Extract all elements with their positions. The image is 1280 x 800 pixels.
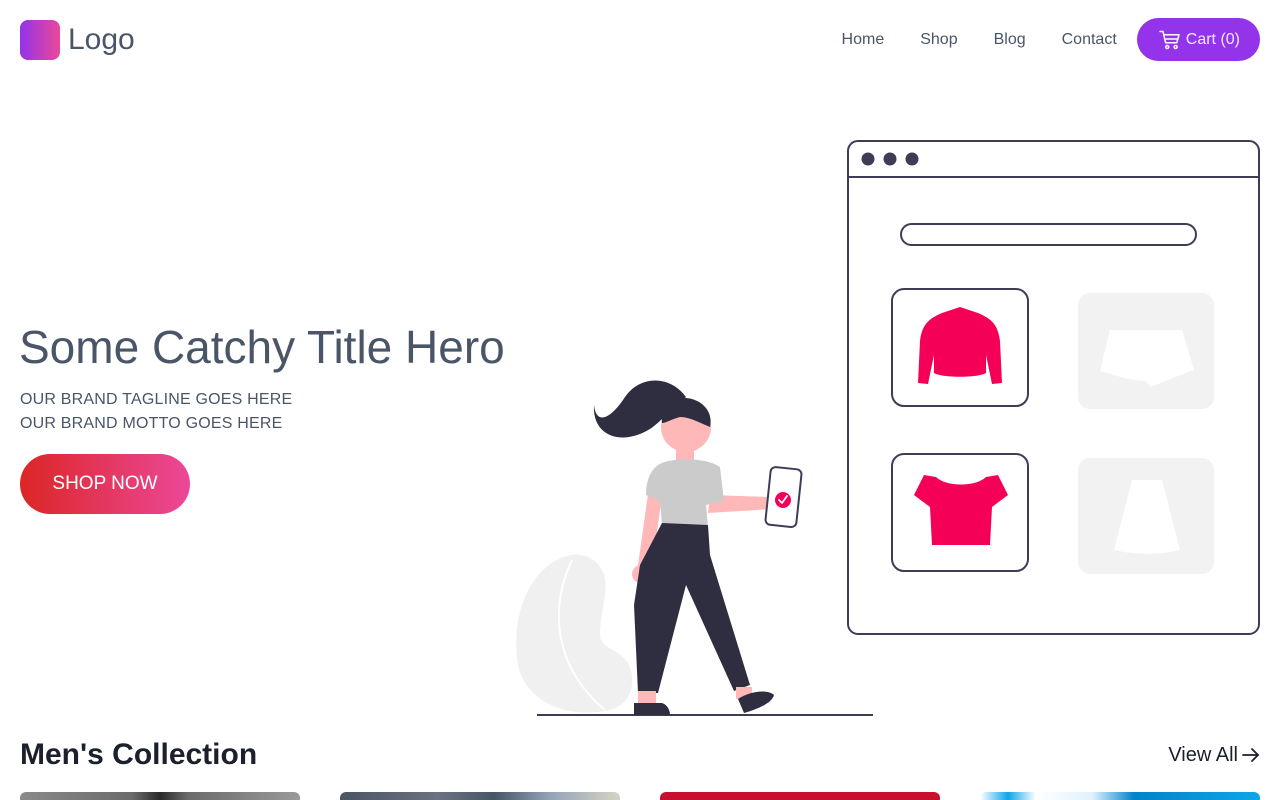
cart-label: Cart (0) — [1185, 30, 1240, 48]
shopping-cart-icon — [1159, 30, 1181, 50]
logo-mark — [20, 20, 60, 60]
product-card-list — [20, 792, 1260, 800]
nav-link-shop[interactable]: Shop — [920, 18, 957, 61]
product-card[interactable] — [20, 792, 300, 800]
logo-text: Logo — [68, 23, 135, 56]
logo[interactable]: Logo — [20, 20, 135, 60]
product-card[interactable] — [340, 792, 620, 800]
shop-now-button[interactable]: SHOP NOW — [20, 454, 190, 514]
product-card[interactable] — [660, 792, 940, 800]
section-title: Men's Collection — [20, 738, 258, 771]
hero-tagline: OUR BRAND TAGLINE GOES HERE — [20, 391, 293, 408]
product-tile-sweater — [891, 288, 1029, 407]
hero-motto: OUR BRAND MOTTO GOES HERE — [20, 415, 283, 432]
arrow-right-icon — [1242, 747, 1260, 763]
online-shopping-illustration — [516, 140, 1260, 716]
product-tile-shorts — [1078, 293, 1214, 409]
product-tile-top — [891, 453, 1029, 572]
nav-link-home[interactable]: Home — [842, 18, 885, 61]
site-header: Logo Home Shop Blog Contact Cart (0) — [0, 0, 1280, 80]
hero-title: Some Catchy Title Hero — [19, 321, 505, 373]
product-card[interactable] — [980, 792, 1260, 800]
nav-link-contact[interactable]: Contact — [1062, 18, 1117, 61]
view-all-link[interactable]: View All — [1168, 742, 1260, 768]
nav-link-blog[interactable]: Blog — [994, 18, 1026, 61]
product-tile-skirt — [1078, 458, 1214, 574]
main-nav: Home Shop Blog Contact Cart (0) — [842, 18, 1260, 61]
leaf-shape — [516, 554, 633, 713]
cart-button[interactable]: Cart (0) — [1136, 18, 1260, 61]
view-all-label: View All — [1168, 744, 1238, 766]
